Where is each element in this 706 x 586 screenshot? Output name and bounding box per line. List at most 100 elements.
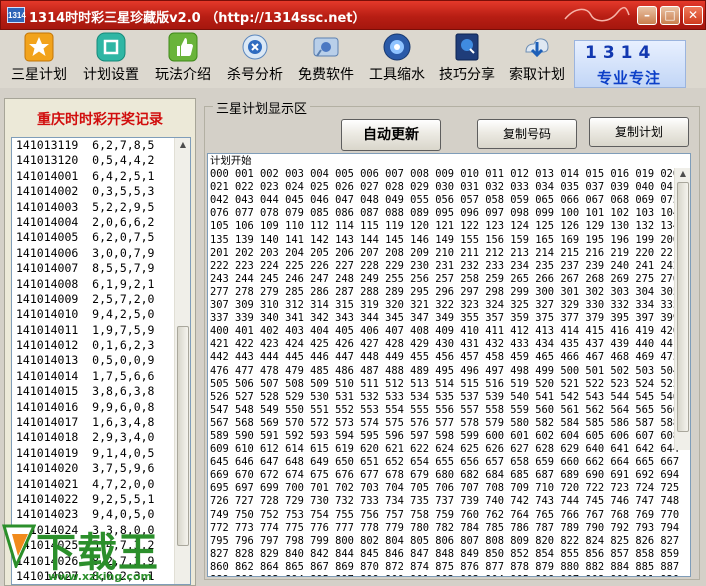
plan-row: 042 043 044 045 046 047 048 049 055 056 … xyxy=(210,194,680,207)
plan-row: 307 309 310 312 314 315 319 320 321 322 … xyxy=(210,299,680,312)
record-row[interactable]: 141014003 5,2,2,9,5 xyxy=(16,200,176,215)
record-row[interactable]: 141013119 6,2,7,8,5 xyxy=(16,138,176,153)
brand-badge: 1314 专业专注 xyxy=(574,40,686,88)
watermark-url: www.xzking.com xyxy=(48,570,152,583)
plan-row: 889 890 892 894 895 897 899 900 901 902 … xyxy=(210,574,679,576)
tool-label: 玩法介绍 xyxy=(155,67,211,83)
record-row[interactable]: 141014009 2,5,7,2,0 xyxy=(16,292,176,307)
tool-tool-reduction[interactable]: 工具缩水 xyxy=(362,32,432,86)
tool-three-star-plan[interactable]: 三星计划 xyxy=(4,32,74,86)
plan-display-group: 三星计划显示区 自动更新 复制号码 复制计划 计划开始 000 001 002 … xyxy=(204,98,700,580)
plan-row: 645 646 647 648 649 650 651 652 654 655 … xyxy=(210,456,680,469)
plan-row: 243 244 245 246 247 248 249 255 256 257 … xyxy=(210,272,680,285)
minimize-button[interactable]: – xyxy=(637,6,657,25)
badge-numbers: 1314 xyxy=(585,43,657,63)
copy-numbers-button[interactable]: 复制号码 xyxy=(477,119,577,149)
download-icon xyxy=(525,38,549,58)
plan-row: 076 077 078 079 085 086 087 088 089 095 … xyxy=(210,207,680,220)
record-row[interactable]: 141014020 3,7,5,9,6 xyxy=(16,461,176,476)
plan-row: 421 422 423 424 425 426 427 428 429 430 … xyxy=(210,338,680,351)
record-row[interactable]: 141014008 6,1,9,2,1 xyxy=(16,277,176,292)
tool-label: 技巧分享 xyxy=(439,67,495,83)
plan-header: 计划开始 xyxy=(210,155,252,167)
tool-kill-analysis[interactable]: 杀号分析 xyxy=(220,32,290,86)
record-row[interactable]: 141014001 6,4,2,5,1 xyxy=(16,169,176,184)
thumbs-up-icon xyxy=(168,32,198,62)
plan-row: 860 862 864 865 867 869 870 872 874 875 … xyxy=(210,560,680,573)
auto-update-button[interactable]: 自动更新 xyxy=(341,119,441,151)
record-row[interactable]: 141014002 0,3,5,5,3 xyxy=(16,184,176,199)
star-icon xyxy=(24,32,54,62)
software-icon xyxy=(313,37,339,57)
plan-row: 726 727 728 729 730 732 733 734 735 737 … xyxy=(210,495,680,508)
record-row[interactable]: 141013120 0,5,4,4,2 xyxy=(16,153,176,168)
record-row[interactable]: 141014007 8,5,5,7,9 xyxy=(16,261,176,276)
tool-label: 杀号分析 xyxy=(227,67,283,83)
scroll-up-icon[interactable]: ▲ xyxy=(677,169,689,181)
tool-free-software[interactable]: 免费软件 xyxy=(290,32,362,86)
plan-row: 505 506 507 508 509 510 511 512 513 514 … xyxy=(210,377,680,390)
plan-row: 337 339 340 341 342 343 344 345 347 349 … xyxy=(210,312,680,325)
plan-row: 547 548 549 550 551 552 553 554 555 556 … xyxy=(210,403,680,416)
plan-row: 135 139 140 141 142 143 144 145 146 149 … xyxy=(210,233,680,246)
plan-row: 021 022 023 024 025 026 027 028 029 030 … xyxy=(210,181,680,194)
record-row[interactable]: 141014010 9,4,2,5,0 xyxy=(16,307,176,322)
watermark: 下载王 www.xzking.com xyxy=(0,518,200,586)
tool-label: 三星计划 xyxy=(11,67,67,83)
plan-row: 000 001 002 003 004 005 006 007 008 009 … xyxy=(210,168,680,181)
book-icon xyxy=(455,33,479,61)
record-row[interactable]: 141014016 9,9,6,0,8 xyxy=(16,400,176,415)
plan-row: 669 670 672 674 675 676 677 678 679 680 … xyxy=(210,469,680,482)
plan-row: 476 477 478 479 485 486 487 488 489 495 … xyxy=(210,364,680,377)
plan-row: 201 202 203 204 205 206 207 208 209 210 … xyxy=(210,246,680,259)
record-row[interactable]: 141014011 1,9,7,5,9 xyxy=(16,323,176,338)
records-title: 重庆时时彩开奖记录 xyxy=(37,112,163,128)
record-row[interactable]: 141014022 9,2,5,5,1 xyxy=(16,492,176,507)
record-row[interactable]: 141014006 3,0,0,7,9 xyxy=(16,246,176,261)
record-row[interactable]: 141014004 2,0,6,6,2 xyxy=(16,215,176,230)
tool-plan-settings[interactable]: 计划设置 xyxy=(76,32,146,86)
tool-label: 索取计划 xyxy=(509,67,565,83)
record-row[interactable]: 141014012 0,1,6,2,3 xyxy=(16,338,176,353)
title-bar: 1314 1314时时彩三星珍藏版v2.0 （http://1314ssc.ne… xyxy=(0,0,706,30)
tool-request-plan[interactable]: 索取计划 xyxy=(502,32,572,86)
tool-label: 计划设置 xyxy=(83,67,139,83)
plan-row: 222 223 224 225 226 227 228 229 230 231 … xyxy=(210,259,680,272)
close-button[interactable]: ✕ xyxy=(683,6,703,25)
watermark-logo-icon xyxy=(2,524,36,568)
tool-label: 免费软件 xyxy=(298,67,354,83)
plan-row: 526 527 528 529 530 531 532 533 534 535 … xyxy=(210,390,680,403)
scroll-thumb[interactable] xyxy=(177,326,189,546)
plan-row: 749 750 752 753 754 755 756 757 758 759 … xyxy=(210,508,680,521)
maximize-button[interactable]: □ xyxy=(660,6,680,25)
record-row[interactable]: 141014005 6,2,0,7,5 xyxy=(16,230,176,245)
plan-row: 827 828 829 840 842 844 845 846 847 848 … xyxy=(210,547,680,560)
badge-text: 专业专注 xyxy=(597,69,662,87)
swirl-decoration-icon xyxy=(564,6,630,22)
window-title: 1314时时彩三星珍藏版v2.0 （http://1314ssc.net） xyxy=(29,11,366,26)
record-row[interactable]: 141014018 2,9,3,4,0 xyxy=(16,430,176,445)
copy-plan-button[interactable]: 复制计划 xyxy=(589,117,689,147)
record-row[interactable]: 141014017 1,6,3,4,8 xyxy=(16,415,176,430)
plan-row: 105 106 109 110 112 114 115 119 120 121 … xyxy=(210,220,680,233)
record-row[interactable]: 141014014 1,7,5,6,6 xyxy=(16,369,176,384)
plan-row: 277 278 279 285 286 287 288 289 295 296 … xyxy=(210,285,680,298)
scroll-up-icon[interactable]: ▲ xyxy=(177,140,189,152)
record-row[interactable]: 141014021 4,7,2,0,0 xyxy=(16,477,176,492)
plan-textarea[interactable]: 计划开始 000 001 002 003 004 005 006 007 008… xyxy=(207,153,691,577)
tools-icon xyxy=(383,33,411,61)
plan-scrollbar[interactable]: ▲ xyxy=(674,168,690,450)
plan-row: 795 796 797 798 799 800 802 804 805 806 … xyxy=(210,534,680,547)
record-row[interactable]: 141014015 3,8,6,3,8 xyxy=(16,384,176,399)
plan-row: 442 443 444 445 446 447 448 449 455 456 … xyxy=(210,351,680,364)
tool-gameplay-intro[interactable]: 玩法介绍 xyxy=(148,32,218,86)
plan-text: 计划开始 000 001 002 003 004 005 006 007 008… xyxy=(210,155,680,576)
scroll-thumb[interactable] xyxy=(677,182,689,432)
record-row[interactable]: 141014019 9,1,4,0,5 xyxy=(16,446,176,461)
record-row[interactable]: 141014013 0,5,0,0,9 xyxy=(16,353,176,368)
app-icon: 1314 xyxy=(7,7,26,23)
plan-row: 695 697 699 700 701 702 703 704 705 706 … xyxy=(210,482,680,495)
tool-tips-share[interactable]: 技巧分享 xyxy=(432,32,502,86)
plan-row: 589 590 591 592 593 594 595 596 597 598 … xyxy=(210,429,680,442)
delete-analysis-icon xyxy=(242,34,268,60)
